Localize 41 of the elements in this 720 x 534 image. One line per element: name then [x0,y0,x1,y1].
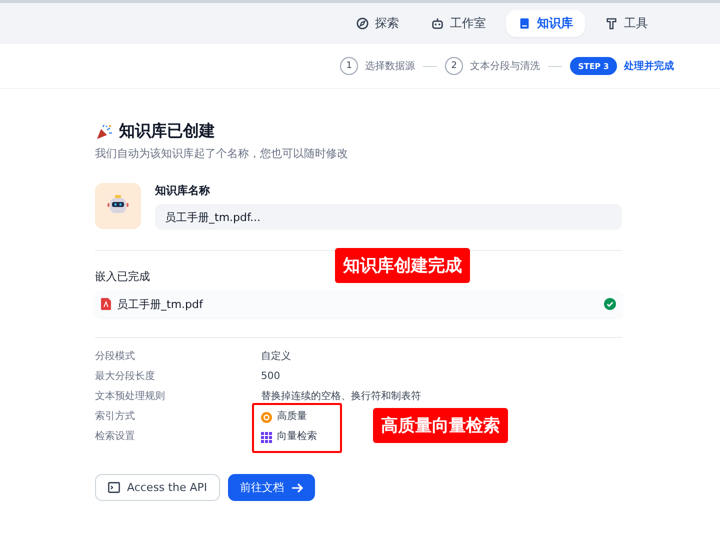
setting-label: 分段模式 [95,350,136,364]
setting-value: 自定义 [261,350,291,364]
file-name: 员工手册_tm.pdf [117,296,204,312]
setting-value: 向量检索 [277,430,317,444]
party-popper-icon [95,124,113,140]
step-number: STEP 3 [570,57,617,75]
arrow-right-icon [291,482,304,492]
field-label: 知识库名称 [155,183,211,198]
setting-value: 500 [261,370,280,384]
book-icon [518,17,531,30]
pdf-file-icon [101,298,111,310]
section-title: 嵌入已完成 [95,269,151,284]
step-number: 2 [445,57,464,75]
step-label: 处理并完成 [624,59,674,73]
api-button[interactable]: Access the API [95,474,220,501]
setting-value: 高质量 [277,410,307,424]
robot-avatar [95,183,141,229]
name-input-field[interactable]: 员工手册_tm.pdf... [155,204,622,230]
hammer-icon [605,17,618,30]
compass-icon [356,17,369,30]
step-label: 选择数据源 [365,60,416,73]
terminal-icon [108,482,120,493]
nav-tab[interactable]: 工作室 [419,10,498,37]
step-number: 1 [340,57,358,75]
setting-label: 索引方式 [95,410,136,424]
page-title: 知识库已创建 [119,121,215,142]
setting-value: 替换掉连续的空格、换行符和制表符 [261,390,421,404]
annotation-label: 高质量向量检索 [373,408,508,443]
grid-dots-icon [261,432,272,442]
nav-tab[interactable]: 知识库 [506,10,585,37]
annotation-label: 知识库创建完成 [335,248,470,283]
setting-label: 最大分段长度 [95,370,156,384]
nav-tab[interactable]: 探索 [344,10,411,37]
step-label: 文本分段与清洗 [470,60,540,73]
setting-label: 检索设置 [95,430,136,444]
robot-icon [431,17,444,30]
ring-badge-icon [261,412,272,422]
nav-tab[interactable]: 工具 [593,10,660,37]
docs-button[interactable]: 前往文档 [228,474,316,501]
page-subtitle: 我们自动为该知识库起了个名称，您也可以随时修改 [95,146,349,161]
setting-label: 文本预处理规则 [95,390,166,404]
